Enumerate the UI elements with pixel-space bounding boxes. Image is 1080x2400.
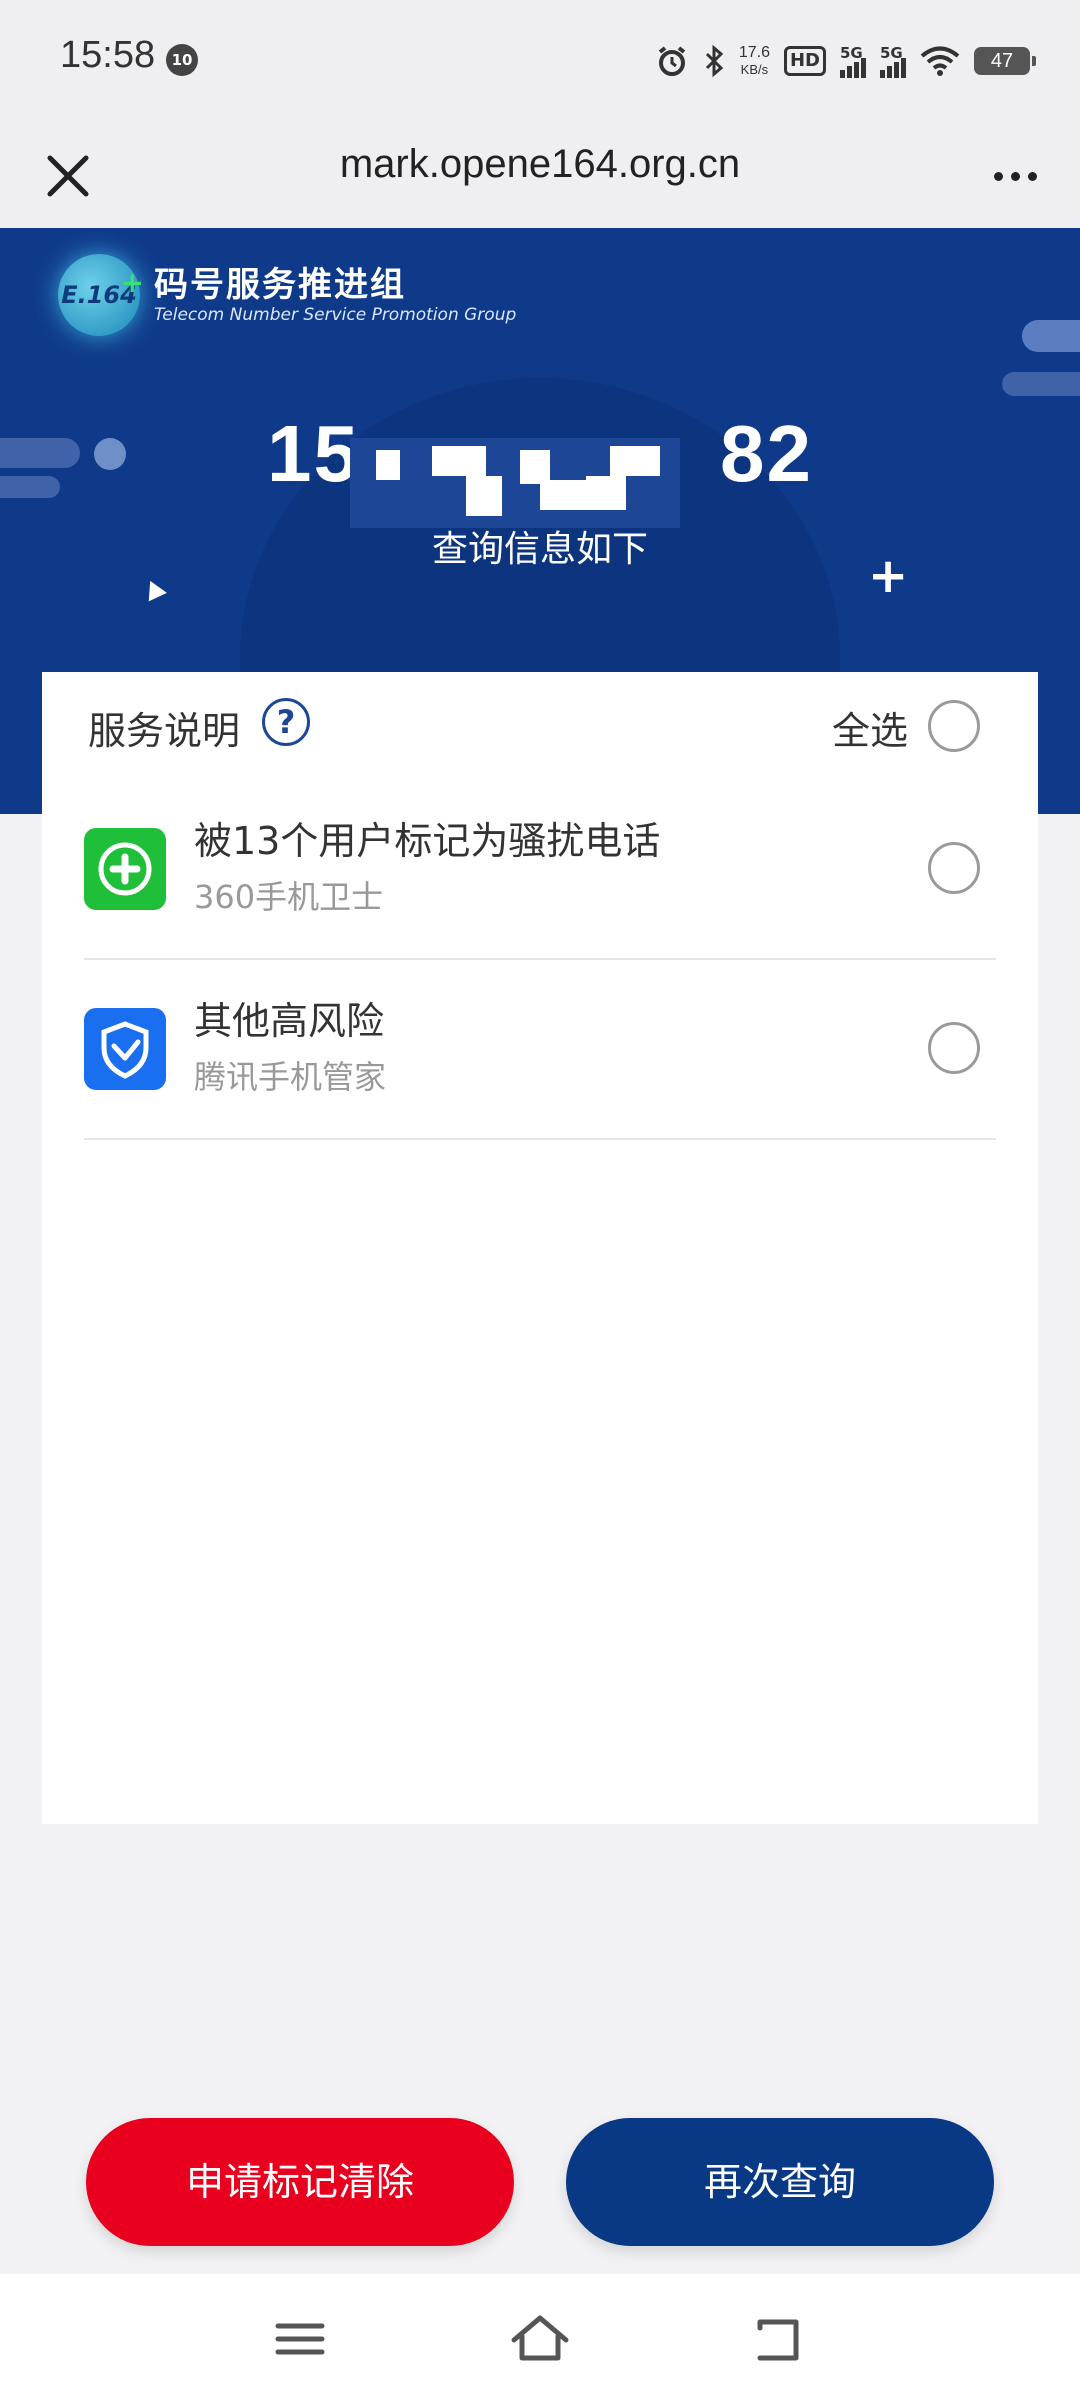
status-time: 15:58 [60,34,156,76]
system-nav-bar [0,2274,1080,2400]
item-radio[interactable] [928,842,980,894]
notification-badge: 10 [166,44,198,76]
decor-cloud [1022,320,1080,352]
signal-sim2-icon: 5G [880,44,906,78]
item-radio[interactable] [928,1022,980,1074]
alarm-icon [658,46,686,76]
battery-icon: 47 [974,47,1036,75]
more-options-button[interactable] [980,146,1050,206]
select-all-radio[interactable] [928,700,980,752]
more-dot-icon [993,171,1003,181]
request-clear-mark-button[interactable]: 申请标记清除 [86,2118,514,2246]
status-bar: 15:58 10 17.6 KB/s HD 5G 5G 47 [0,0,1080,116]
logo-title: 码号服务推进组 [154,265,406,305]
result-card: 服务说明 ? 全选 被13个用户标记为骚扰电话 360手机卫士 其他高风险 腾讯… [42,672,1038,1824]
query-subtitle: 查询信息如下 [431,529,648,570]
hd-volte-icon: HD [783,46,826,76]
logo-subtitle: Telecom Number Service Promotion Group [154,305,517,325]
360-security-icon [84,828,166,910]
card-header: 服务说明 ? 全选 [42,672,1038,780]
query-again-button[interactable]: 再次查询 [566,2118,994,2246]
back-icon [757,2319,799,2361]
more-dot-icon [1010,171,1020,181]
item-title: 被13个用户标记为骚扰电话 [194,819,661,863]
back-nav-button[interactable] [740,2304,820,2374]
decor-triangle [141,576,167,602]
decor-cloud [1002,372,1080,396]
list-item[interactable]: 被13个用户标记为骚扰电话 360手机卫士 [84,780,996,960]
list-item[interactable]: 其他高风险 腾讯手机管家 [84,960,996,1140]
home-nav-button[interactable] [500,2304,580,2374]
menu-nav-button[interactable] [260,2304,340,2374]
home-icon [511,2315,569,2361]
item-title: 其他高风险 [194,999,385,1043]
select-all-label: 全选 [831,709,908,753]
status-icons: 17.6 KB/s HD 5G 5G 47 [655,36,1036,86]
item-source: 360手机卫士 [194,878,384,916]
service-description-title: 服务说明 [88,709,241,753]
browser-title-bar: mark.opene164.org.cn [0,116,1080,228]
bluetooth-icon [705,44,724,78]
e164-logo-badge: E.164 + [58,254,144,336]
menu-icon [275,2323,325,2355]
help-icon[interactable]: ? [262,698,310,746]
e164-logo: E.164 + 码号服务推进组 Telecom Number Service P… [58,254,516,336]
item-source: 腾讯手机管家 [194,1058,387,1096]
signal-sim1-icon: 5G [840,44,866,78]
more-dot-icon [1027,171,1037,181]
wifi-icon [920,46,960,76]
tencent-manager-icon [84,1008,166,1090]
page-url: mark.opene164.org.cn [339,142,741,186]
network-speed: 17.6 KB/s [738,44,770,77]
